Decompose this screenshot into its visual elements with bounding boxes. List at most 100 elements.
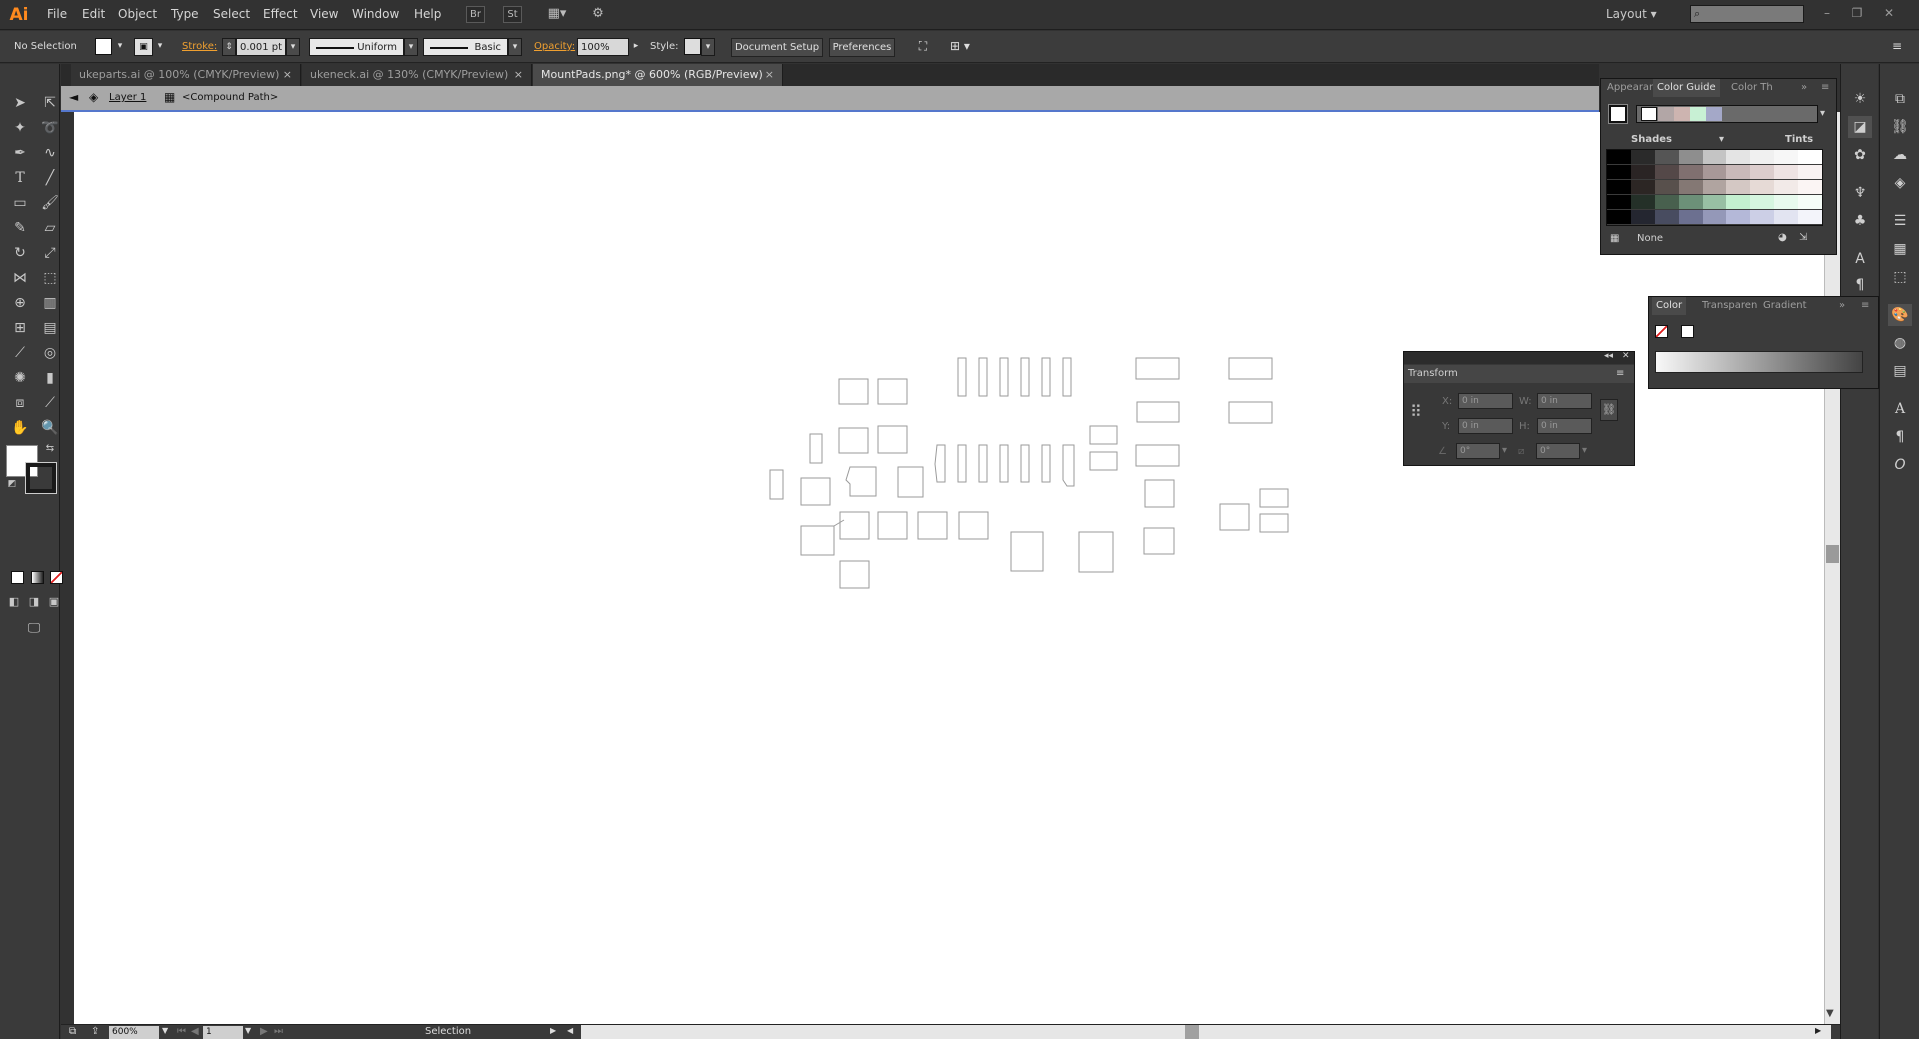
pad-outline[interactable] [1144,479,1175,508]
white-color-swatch[interactable] [1681,325,1694,338]
pad-outline[interactable] [1259,513,1289,533]
pad-outline[interactable] [1259,488,1289,508]
restore-icon[interactable]: ❐ [1848,5,1866,21]
panel-expand-icon[interactable]: » [1801,79,1807,97]
pad-outline[interactable] [1219,503,1250,531]
color-variation-cell[interactable] [1726,150,1751,164]
curvature-tool-icon[interactable]: ∿ [39,142,61,164]
color-variation-cell[interactable] [1678,150,1704,164]
default-fill-stroke-icon[interactable]: ◩ [6,478,18,490]
tab-transparency[interactable]: Transparen [1702,297,1757,315]
color-variation-cell[interactable] [1654,210,1680,224]
color-variation-cell[interactable] [1678,180,1704,194]
pad-outline[interactable] [999,444,1009,483]
pad-outline[interactable] [1143,527,1175,555]
draw-normal-icon[interactable]: ◧ [6,594,22,610]
shape-builder-tool-icon[interactable]: ⊕ [9,292,31,314]
free-transform-tool-icon[interactable]: ⬚ [39,267,61,289]
status-menu-icon[interactable]: ▶ [550,1026,556,1035]
control-panel-menu-icon[interactable]: ≡ [1888,38,1906,56]
pad-outline[interactable] [978,357,988,397]
scale-tool-icon[interactable]: ⤢ [39,242,61,264]
color-guide-icon[interactable]: ◪ [1848,116,1872,138]
style-dropdown-icon[interactable]: ▾ [701,38,715,56]
base-color-swatch[interactable] [1608,104,1628,124]
menu-edit[interactable]: Edit [82,7,105,21]
layers-panel-icon[interactable]: ◈ [1888,172,1912,194]
color-variation-cell[interactable] [1750,150,1775,164]
character-styles-icon[interactable]: A [1848,248,1872,270]
pad-outline[interactable] [958,511,989,540]
draw-inside-icon[interactable]: ▣ [46,594,62,610]
opentype-icon[interactable]: O [1888,454,1912,476]
color-variation-cell[interactable] [1774,165,1799,179]
color-variation-cell[interactable] [1726,195,1751,209]
panel-expand-icon[interactable]: » [1839,297,1845,315]
edit-colors-icon[interactable]: ◕ [1778,232,1787,243]
document-setup-button[interactable]: Document Setup [731,38,823,57]
gradient-mode-icon[interactable] [31,571,44,584]
color-variation-cell[interactable] [1798,195,1823,209]
export-icon[interactable]: ⇪ [91,1026,99,1037]
magic-wand-tool-icon[interactable]: ✦ [9,117,31,139]
artboard-navigation-icon[interactable]: ⧉ [69,1026,76,1037]
pad-outline[interactable] [839,511,870,540]
gradient-panel-icon[interactable]: ▤ [1888,360,1912,382]
opacity-arrow-icon[interactable]: ▸ [629,38,643,56]
tab-transform[interactable]: Transform [1408,368,1458,379]
cc-libraries-icon[interactable]: ☁ [1888,144,1912,166]
brush-definition[interactable]: Basic [423,38,508,56]
harmony-dropdown-icon[interactable]: ▾ [1820,108,1825,119]
artboard-dropdown-icon[interactable]: ▼ [245,1026,251,1035]
transform-panel-icon[interactable]: ⬚ [1888,266,1912,288]
harmony-color-swatch[interactable] [1706,107,1722,121]
menu-type[interactable]: Type [171,7,199,21]
rectangle-tool-icon[interactable]: ▭ [9,192,31,214]
pad-outline[interactable] [978,444,988,483]
tab-ukeneck[interactable]: ukeneck.ai @ 130% (CMYK/Preview) × [302,64,532,86]
fill-color-swatch[interactable] [95,38,112,55]
color-mode-icon[interactable] [11,571,24,584]
workspace-switcher[interactable]: Layout ▾ [1606,7,1657,21]
pad-outline[interactable] [809,433,823,464]
swatches-icon[interactable]: ◍ [1888,332,1912,354]
pad-outline[interactable] [1041,357,1051,397]
paintbrush-tool-icon[interactable]: 🖌 [39,192,61,214]
hand-tool-icon[interactable]: ✋ [9,417,31,439]
selection-tool-icon[interactable]: ➤ [9,92,31,114]
menu-effect[interactable]: Effect [263,7,298,21]
pad-outline[interactable] [934,444,946,483]
character-icon[interactable]: A [1888,398,1912,420]
color-panel-icon[interactable]: 🎨 [1888,304,1912,326]
close-panel-icon[interactable]: ✕ [1622,351,1630,361]
color-variation-cell[interactable] [1702,150,1727,164]
pad-outline[interactable] [1135,357,1180,380]
pad-outline[interactable] [957,444,967,483]
none-color-icon[interactable] [1655,325,1668,338]
color-variation-cell[interactable] [1702,210,1727,224]
color-variation-cell[interactable] [1798,150,1823,164]
pad-outline[interactable] [1062,357,1072,397]
symbol-sprayer-tool-icon[interactable]: ✺ [9,367,31,389]
breadcrumb-layer[interactable]: Layer 1 [109,92,146,103]
pad-outline[interactable] [800,477,831,506]
panel-menu-icon[interactable]: ≡ [1861,297,1869,315]
pad-outline[interactable] [877,425,908,454]
color-variation-cell[interactable] [1774,210,1799,224]
color-variation-cell[interactable] [1702,195,1727,209]
bridge-button[interactable]: Br [466,6,485,23]
align-options-icon[interactable]: ⊞ ▾ [944,38,976,56]
pathfinder-icon[interactable]: ▦ [1888,238,1912,260]
shear-field[interactable]: 0° [1536,443,1580,459]
color-variation-cell[interactable] [1630,150,1656,164]
color-variation-cell[interactable] [1654,195,1680,209]
panel-menu-icon[interactable]: ≡ [1821,79,1829,97]
tab-gradient[interactable]: Gradient [1763,297,1807,315]
tab-ukeparts[interactable]: ukeparts.ai @ 100% (CMYK/Preview) × [71,64,301,86]
horizontal-scroll-thumb[interactable] [1185,1025,1199,1039]
pad-outline[interactable] [769,469,784,500]
menu-select[interactable]: Select [213,7,250,21]
artboard-canvas[interactable] [74,112,1824,1024]
direct-selection-tool-icon[interactable]: ⇱ [39,92,61,114]
color-themes-icon[interactable]: ✿ [1848,144,1872,166]
